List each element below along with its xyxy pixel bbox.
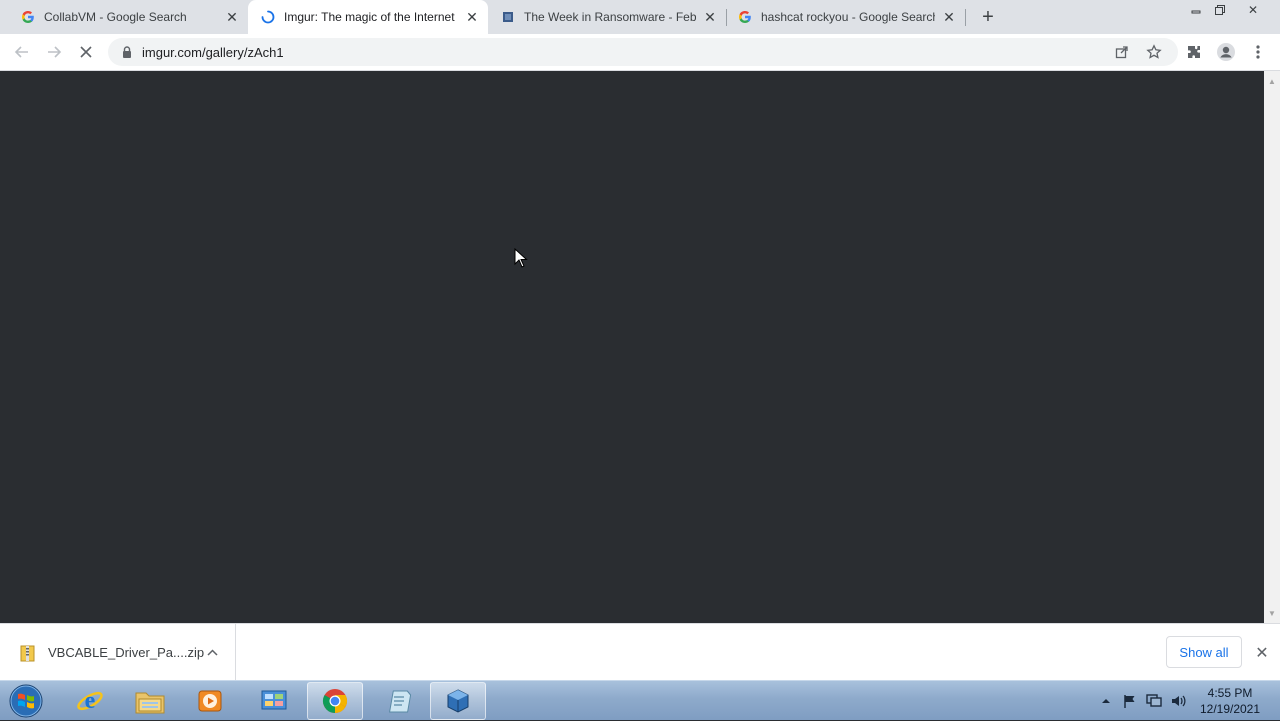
stop-loading-button[interactable]: [74, 40, 98, 64]
scroll-down-arrow-icon[interactable]: ▼: [1264, 605, 1280, 621]
tab-collabvm-search[interactable]: CollabVM - Google Search ✕: [0, 0, 248, 34]
tab-title: hashcat rockyou - Google Search: [761, 10, 935, 24]
profile-avatar-icon[interactable]: [1214, 40, 1238, 64]
download-bar: VBCABLE_Driver_Pa....zip Show all ✕: [0, 623, 1280, 681]
system-clock[interactable]: 4:55 PM 12/19/2021: [1194, 685, 1266, 717]
forward-button[interactable]: [42, 40, 66, 64]
clock-time: 4:55 PM: [1207, 686, 1253, 700]
windows-taskbar: e 4:55 PM 12/19/2021: [0, 680, 1280, 720]
zip-file-icon: [20, 644, 36, 662]
internet-explorer-icon[interactable]: e: [62, 682, 118, 720]
close-window-button[interactable]: ✕: [1240, 0, 1266, 20]
tab-strip: CollabVM - Google Search ✕ Imgur: The ma…: [0, 0, 1280, 34]
virtualbox-icon[interactable]: [430, 682, 486, 720]
start-button[interactable]: [4, 682, 48, 720]
address-bar[interactable]: imgur.com/gallery/zAch1: [108, 38, 1178, 66]
close-icon[interactable]: ✕: [464, 9, 480, 25]
google-g-icon: [20, 9, 36, 25]
download-filename: VBCABLE_Driver_Pa....zip: [48, 645, 205, 660]
download-item[interactable]: VBCABLE_Driver_Pa....zip: [0, 624, 236, 681]
control-panel-icon[interactable]: [246, 682, 302, 720]
tab-ransomware[interactable]: The Week in Ransomware - February ✕: [488, 0, 726, 34]
close-icon[interactable]: ✕: [1252, 643, 1272, 663]
close-icon[interactable]: ✕: [224, 9, 240, 25]
file-explorer-icon[interactable]: [122, 682, 178, 720]
share-icon[interactable]: [1112, 42, 1132, 62]
notepad-icon[interactable]: [370, 682, 426, 720]
close-icon[interactable]: ✕: [702, 9, 718, 25]
action-center-flag-icon[interactable]: [1120, 681, 1140, 721]
chrome-icon[interactable]: [307, 682, 363, 720]
scrollbar[interactable]: ▲ ▼: [1264, 71, 1280, 623]
tab-separator: [965, 9, 966, 26]
chevron-up-icon[interactable]: [204, 644, 220, 660]
tab-imgur[interactable]: Imgur: The magic of the Internet ✕: [248, 0, 488, 34]
tab-hashcat-search[interactable]: hashcat rockyou - Google Search ✕: [727, 0, 965, 34]
volume-icon[interactable]: [1168, 681, 1190, 721]
google-g-icon: [737, 9, 753, 25]
clock-date: 12/19/2021: [1199, 702, 1261, 716]
lock-icon[interactable]: [120, 45, 134, 59]
site-favicon-icon: [500, 9, 516, 25]
show-all-button[interactable]: Show all: [1166, 636, 1242, 668]
new-tab-button[interactable]: +: [976, 5, 1000, 29]
tab-title: CollabVM - Google Search: [44, 10, 187, 24]
loading-spinner-icon: [260, 9, 276, 25]
url-text[interactable]: imgur.com/gallery/zAch1: [142, 45, 284, 60]
scroll-up-arrow-icon[interactable]: ▲: [1264, 73, 1280, 89]
media-player-icon[interactable]: [182, 682, 238, 720]
page-content: [0, 71, 1264, 623]
back-button[interactable]: [10, 40, 34, 64]
more-menu-icon[interactable]: [1246, 40, 1270, 64]
tab-title: The Week in Ransomware - February: [524, 10, 696, 24]
tab-title: Imgur: The magic of the Internet: [284, 10, 455, 24]
show-hidden-icons-icon[interactable]: [1098, 681, 1114, 721]
browser-toolbar: imgur.com/gallery/zAch1: [0, 34, 1280, 71]
bookmark-star-icon[interactable]: [1144, 42, 1164, 62]
extensions-icon[interactable]: [1182, 40, 1206, 64]
svg-text:e: e: [85, 688, 96, 714]
close-icon[interactable]: ✕: [941, 9, 957, 25]
restore-button[interactable]: [1207, 0, 1233, 20]
mouse-cursor-icon: [514, 247, 528, 273]
minimize-button[interactable]: [1183, 0, 1209, 20]
network-icon[interactable]: [1144, 681, 1164, 721]
